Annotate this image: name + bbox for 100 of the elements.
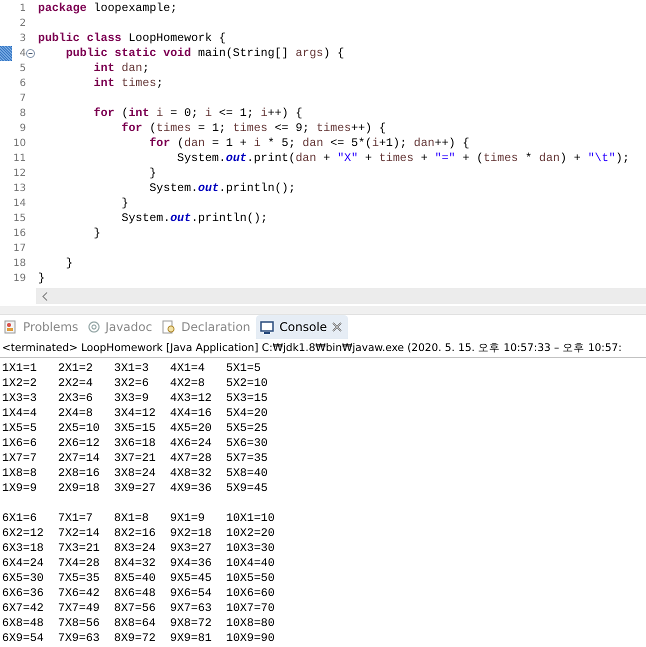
output-text: 2X9=18: [58, 482, 101, 495]
output-text: 1X1=1: [2, 362, 38, 375]
output-text: 2X6=12: [58, 437, 101, 450]
output-text: 7X1=7: [58, 512, 94, 525]
output-text: 7X4=28: [58, 557, 101, 570]
output-text: 5X3=15: [226, 392, 269, 405]
line-number: 16: [12, 228, 26, 239]
code-line: for (int i = 0; i <= 1; i++) {: [92, 107, 302, 120]
output-text: 8X6=48: [114, 587, 157, 600]
output-text: 8X8=64: [114, 617, 157, 630]
code-line: public static void main(String[] args) {: [64, 47, 344, 60]
code-line: }: [92, 227, 101, 240]
output-text: 9X4=36: [170, 557, 213, 570]
view-tab[interactable]: Javadoc: [84, 315, 158, 339]
output-text: 6X4=24: [2, 557, 45, 570]
line-number: 15: [12, 213, 26, 224]
output-text: 7X7=49: [58, 602, 101, 615]
output-text: 3X5=15: [114, 422, 157, 435]
output-text: 4X5=20: [170, 422, 213, 435]
line-number: 14: [12, 198, 26, 209]
output-text: 3X8=24: [114, 467, 157, 480]
output-text: 6X1=6: [2, 512, 38, 525]
output-text: 5X7=35: [226, 452, 269, 465]
output-text: 8X3=24: [114, 542, 157, 555]
code-line: int dan;: [92, 62, 150, 75]
line-number: 8: [18, 108, 26, 119]
output-text: 10X7=70: [226, 602, 276, 615]
line-number: 6: [18, 78, 26, 89]
output-text: 2X5=10: [58, 422, 101, 435]
code-line: package loopexample;: [38, 2, 178, 15]
output-text: 8X5=40: [114, 572, 157, 585]
view-tab[interactable]: Problems: [0, 315, 84, 339]
output-text: 10X5=50: [226, 572, 276, 585]
output-text: 1X2=2: [2, 377, 38, 390]
output-text: 9X2=18: [170, 527, 213, 540]
output-text: 2X4=8: [58, 407, 94, 420]
collapse-icon[interactable]: [26, 49, 35, 58]
code-line: System.out.println();: [120, 212, 268, 225]
warning-list-icon: [4, 320, 18, 334]
output-text: 9X8=72: [170, 617, 213, 630]
code-line: }: [38, 272, 45, 285]
output-text: 6X2=12: [2, 527, 45, 540]
output-text: 10X8=80: [226, 617, 276, 630]
output-text: 7X8=56: [58, 617, 101, 630]
line-number: 2: [18, 18, 26, 29]
output-text: 9X9=81: [170, 632, 213, 645]
output-text: 5X6=30: [226, 437, 269, 450]
output-text: 4X6=24: [170, 437, 213, 450]
output-text: 2X7=14: [58, 452, 101, 465]
output-text: 8X2=16: [114, 527, 157, 540]
output-text: 6X5=30: [2, 572, 45, 585]
output-text: 7X3=21: [58, 542, 101, 555]
output-text: 1X3=3: [2, 392, 38, 405]
output-text: 4X8=32: [170, 467, 213, 480]
output-text: 1X9=9: [2, 482, 38, 495]
output-text: 6X9=54: [2, 632, 45, 645]
output-text: 4X7=28: [170, 452, 213, 465]
view-tab[interactable]: Console: [256, 315, 348, 339]
output-text: 1X8=8: [2, 467, 38, 480]
horizontal-scrollbar[interactable]: [36, 288, 646, 304]
output-text: 8X9=72: [114, 632, 157, 645]
output-text: 9X7=63: [170, 602, 213, 615]
output-text: 7X5=35: [58, 572, 101, 585]
close-icon[interactable]: [332, 322, 342, 332]
line-number: 13: [12, 183, 26, 194]
line-number: 4: [18, 48, 26, 59]
view-tab[interactable]: Declaration: [158, 315, 256, 339]
output-text: 10X1=10: [226, 512, 276, 525]
code-line: for (times = 1; times <= 9; times++) {: [120, 122, 386, 135]
console-status: <terminated> LoopHomework [Java Application] C:₩jdk1.8₩bin₩javaw.exe (2020. 5. 15. 오후 10:57:33 – 오후 10:57:: [0, 339, 646, 358]
chevron-left-icon[interactable]: [42, 292, 48, 300]
output-text: 5X5=25: [226, 422, 269, 435]
output-text: 2X1=2: [58, 362, 94, 375]
output-text: 2X2=4: [58, 377, 94, 390]
output-text: 6X8=48: [2, 617, 45, 630]
line-number: 3: [18, 33, 26, 44]
line-number: 19: [12, 273, 26, 284]
output-text: 1X6=6: [2, 437, 38, 450]
output-text: 10X9=90: [226, 632, 276, 645]
output-text: 7X2=14: [58, 527, 101, 540]
code-line: for (dan = 1 + i * 5; dan <= 5*(i+1); dan++) {: [148, 137, 470, 150]
code-line: }: [148, 167, 156, 180]
line-number: 10: [12, 138, 26, 149]
code-line: }: [64, 257, 73, 270]
output-text: 3X9=27: [114, 482, 157, 495]
line-number: 7: [18, 93, 26, 104]
monitor-icon: [260, 320, 274, 334]
output-text: 3X6=18: [114, 437, 157, 450]
code-line: }: [120, 197, 128, 210]
output-text: 10X4=40: [226, 557, 276, 570]
line-number: 11: [12, 153, 26, 164]
output-text: 3X3=9: [114, 392, 150, 405]
output-text: 1X4=4: [2, 407, 38, 420]
output-text: 10X3=30: [226, 542, 276, 555]
output-text: 7X9=63: [58, 632, 101, 645]
output-text: 8X7=56: [114, 602, 157, 615]
code-line: System.out.println();: [148, 182, 296, 195]
output-text: 9X5=45: [170, 572, 213, 585]
output-text: 9X6=54: [170, 587, 213, 600]
line-number: 1: [18, 3, 26, 14]
